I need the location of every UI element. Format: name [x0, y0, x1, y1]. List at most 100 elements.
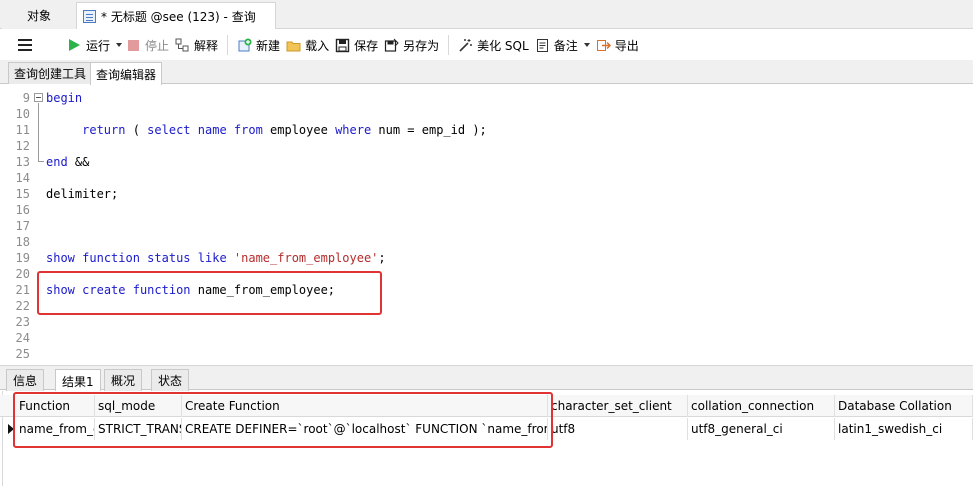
tab-result-1[interactable]: 结果1 [55, 369, 101, 392]
line-number: 20 [15, 267, 30, 281]
run-dropdown-icon[interactable] [116, 43, 123, 47]
sql-string: 'name_from_employee' [233, 251, 379, 265]
tab-query-label: * 无标题 @see (123) - 查询 [101, 9, 256, 24]
code-line[interactable]: 12 [0, 138, 973, 154]
stop-icon [128, 39, 140, 51]
highlight-box-sql [37, 271, 382, 315]
sql-text: delimiter; [46, 187, 119, 201]
tab-objects-label: 对象 [26, 9, 51, 23]
load-button[interactable]: 载入 [283, 33, 332, 57]
save-as-label: 另存为 [403, 38, 440, 53]
sql-text: ( [125, 123, 148, 137]
table-cell[interactable]: utf8 [548, 418, 688, 440]
line-number: 19 [15, 251, 30, 265]
result-tab-label: 信息 [13, 374, 38, 388]
result-tab-label: 概况 [111, 374, 136, 388]
line-number: 22 [15, 299, 30, 313]
line-number: 14 [15, 171, 30, 185]
result-tab-label: 状态 [158, 374, 183, 388]
table-cell[interactable]: latin1_swedish_ci [835, 418, 973, 440]
code-line[interactable]: 11 return ( select name from employee wh… [0, 122, 973, 138]
run-button[interactable]: 运行 [66, 33, 125, 57]
table-cell[interactable]: utf8_general_ci [688, 418, 835, 440]
code-line[interactable]: 17 [0, 218, 973, 234]
sql-keyword: end [46, 155, 68, 169]
highlight-box-result [13, 392, 553, 448]
note-dropdown-icon[interactable] [583, 43, 590, 47]
tab-result-2[interactable]: 概况 [104, 369, 143, 391]
export-icon [596, 38, 611, 53]
line-number: 15 [15, 187, 30, 201]
line-number: 10 [15, 107, 30, 121]
code-line[interactable]: 9 begin [0, 90, 973, 106]
run-label: 运行 [86, 38, 111, 53]
line-number: 18 [15, 235, 30, 249]
explain-label: 解释 [194, 38, 219, 53]
tab-query-builder-label: 查询创建工具 [14, 67, 87, 81]
document-tab-bar: 对象 * 无标题 @see (123) - 查询 [0, 0, 973, 29]
tab-query-editor-label: 查询编辑器 [96, 67, 157, 82]
line-number: 21 [15, 283, 30, 297]
code-line[interactable]: 10 [0, 106, 973, 122]
explain-button[interactable]: 解释 [172, 33, 221, 57]
sql-editor[interactable]: 9 begin 10 11 return ( select name from emp… [0, 86, 973, 364]
folder-icon [286, 38, 301, 53]
code-line[interactable]: 16 [0, 202, 973, 218]
stop-label: 停止 [145, 38, 170, 53]
line-number: 13 [15, 155, 30, 169]
code-line[interactable]: 18 [0, 234, 973, 250]
code-line[interactable]: 19 show function status like 'name_from_e… [0, 250, 973, 266]
new-query-icon [237, 38, 252, 53]
menu-icon[interactable] [18, 39, 32, 51]
sql-keyword: status [147, 251, 191, 265]
new-label: 新建 [256, 38, 281, 53]
code-text: begin [46, 90, 82, 106]
code-line[interactable]: 14 [0, 170, 973, 186]
code-line[interactable]: 23 [0, 314, 973, 330]
sql-keyword: where [335, 123, 372, 137]
sql-keyword: like [197, 251, 227, 265]
note-icon [535, 38, 550, 53]
save-icon [335, 38, 350, 53]
line-number: 24 [15, 331, 30, 345]
line-number: 11 [15, 123, 30, 137]
beautify-sql-button[interactable]: 美化 SQL [455, 33, 532, 57]
editor-mode-tabs: 查询创建工具 查询编辑器 [0, 60, 973, 85]
code-line[interactable]: 15 delimiter; [0, 186, 973, 202]
tab-query[interactable]: * 无标题 @see (123) - 查询 [76, 2, 276, 29]
line-number: 17 [15, 219, 30, 233]
column-header[interactable]: character_set_client [548, 395, 688, 417]
sql-keyword: begin [46, 91, 83, 105]
code-line[interactable]: 25 [0, 346, 973, 362]
beautify-sql-label: 美化 SQL [477, 38, 529, 53]
tab-result-3[interactable]: 状态 [151, 369, 190, 391]
note-button[interactable]: 备注 [532, 33, 593, 57]
save-as-icon [384, 38, 399, 53]
tab-objects[interactable]: 对象 [2, 2, 76, 29]
column-header[interactable]: Database Collation [835, 395, 973, 417]
stop-button[interactable]: 停止 [125, 33, 172, 57]
code-text: return ( select name from employee where… [46, 122, 487, 138]
new-button[interactable]: 新建 [234, 33, 283, 57]
line-number: 9 [22, 91, 30, 105]
sql-keyword: function [82, 251, 140, 265]
code-text: end && [46, 154, 89, 170]
code-line[interactable]: 24 [0, 330, 973, 346]
fold-collapse-icon[interactable] [34, 93, 43, 102]
tab-query-builder[interactable]: 查询创建工具 [8, 62, 93, 84]
export-label: 导出 [614, 38, 639, 53]
code-line[interactable]: 13 end && [0, 154, 973, 170]
sql-keyword: select [147, 123, 191, 137]
tab-query-editor[interactable]: 查询编辑器 [90, 62, 163, 85]
export-button[interactable]: 导出 [593, 33, 642, 57]
save-as-button[interactable]: 另存为 [381, 33, 442, 57]
column-header[interactable]: collation_connection [688, 395, 835, 417]
code-text: show function status like 'name_from_emp… [46, 250, 386, 266]
tab-result-0[interactable]: 信息 [6, 369, 45, 391]
save-button[interactable]: 保存 [332, 33, 381, 57]
